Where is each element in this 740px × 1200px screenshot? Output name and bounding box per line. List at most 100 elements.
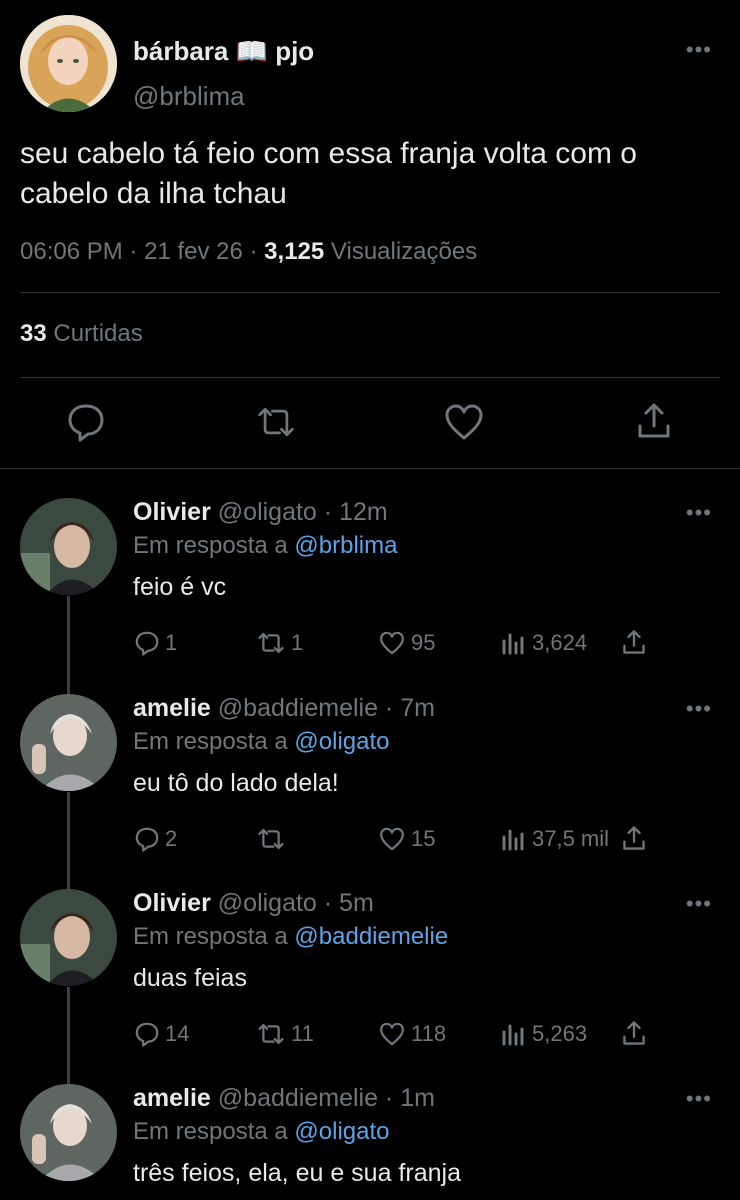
reply-context: Em resposta a @baddiemelie (133, 923, 448, 951)
more-options-icon[interactable]: ••• (686, 1088, 712, 1110)
like-count: 118 (411, 1021, 447, 1046)
reply-button[interactable]: 1 (133, 628, 177, 658)
like-icon (380, 1022, 404, 1046)
tweet-meta: 06:06 PM · 21 fev 26 · 3,125 Visualizaçõ… (20, 238, 478, 265)
reply-avatar[interactable] (20, 694, 117, 791)
reply-author-name[interactable]: amelie (133, 694, 211, 722)
thread-line (67, 596, 70, 696)
likes-count: 33 (20, 320, 47, 347)
like-button[interactable]: 95 (377, 628, 435, 658)
reply-author-meta: @baddiemelie · 1m (217, 1084, 435, 1112)
tweet-date: 21 fev 26 (144, 238, 243, 265)
share-icon (623, 1021, 645, 1045)
reply-prefix: Em resposta a (133, 1118, 288, 1145)
reply-prefix: Em resposta a (133, 532, 288, 559)
views-count: 3,624 (532, 630, 588, 655)
reply-mention[interactable]: @oligato (294, 728, 389, 755)
reply-icon (135, 631, 159, 656)
reply-author-meta: @oligato · 5m (217, 889, 374, 917)
reply-avatar[interactable] (20, 498, 117, 595)
divider (0, 468, 740, 469)
views-count: 37,5 mil (532, 826, 610, 851)
share-icon (623, 826, 645, 850)
tweet-action-bar (0, 400, 740, 450)
reply-author-name[interactable]: Olivier (133, 889, 211, 917)
divider (20, 377, 720, 378)
views-count: 5,263 (532, 1021, 588, 1046)
like-count: 95 (411, 630, 436, 655)
share-icon[interactable] (634, 400, 674, 444)
tweet-thread-screen: bárbara 📖 pjo @brblima ••• seu cabelo tá… (0, 0, 740, 1200)
retweet-button[interactable]: 1 (255, 628, 303, 658)
reply-avatar[interactable] (20, 889, 117, 986)
reply-mention[interactable]: @brblima (294, 532, 397, 559)
reply-avatar[interactable] (20, 1084, 117, 1181)
views-button[interactable]: 5,263 (500, 1019, 587, 1049)
like-button[interactable]: 118 (377, 1019, 446, 1049)
retweet-icon (258, 1023, 284, 1045)
reply-context: Em resposta a @oligato (133, 1118, 390, 1146)
reply-count: 2 (165, 826, 178, 851)
more-options-icon[interactable]: ••• (686, 893, 712, 915)
views-label: Visualizações (330, 238, 478, 265)
more-options-icon[interactable]: ••• (686, 39, 712, 61)
retweet-icon (258, 632, 284, 654)
more-options-icon[interactable]: ••• (686, 698, 712, 720)
reply-count: 1 (165, 630, 178, 655)
thread-line (67, 987, 70, 1087)
likes-label: Curtidas (53, 320, 143, 347)
retweet-icon[interactable] (256, 400, 296, 444)
share-button[interactable] (620, 824, 648, 854)
views-icon (502, 1024, 524, 1046)
reply-mention[interactable]: @baddiemelie (294, 923, 448, 950)
reply-context: Em resposta a @brblima (133, 532, 397, 560)
like-icon (380, 631, 404, 655)
reply-context: Em resposta a @oligato (133, 728, 390, 756)
reply-author-name[interactable]: Olivier (133, 498, 211, 526)
retweet-button[interactable]: 11 (255, 1019, 314, 1049)
reply-button[interactable]: 14 (133, 1019, 189, 1049)
like-icon (380, 827, 404, 851)
views-icon (502, 633, 524, 655)
reply-header: amelie @baddiemelie · 7m (133, 694, 435, 723)
retweet-count: 11 (291, 1021, 314, 1046)
reply-mention[interactable]: @oligato (294, 1118, 389, 1145)
like-count: 15 (411, 826, 436, 851)
author-avatar[interactable] (20, 15, 117, 112)
views-button[interactable]: 37,5 mil (500, 824, 609, 854)
tweet-time: 06:06 PM (20, 238, 123, 265)
retweet-button[interactable] (255, 824, 291, 854)
author-handle[interactable]: @brblima (133, 81, 245, 112)
reply-author-name[interactable]: amelie (133, 1084, 211, 1112)
author-display-name[interactable]: bárbara 📖 pjo (133, 36, 314, 67)
reply-header: amelie @baddiemelie · 1m (133, 1084, 435, 1113)
views-button[interactable]: 3,624 (500, 628, 587, 658)
share-button[interactable] (620, 628, 648, 658)
reply-icon[interactable] (66, 400, 106, 444)
reply-prefix: Em resposta a (133, 923, 288, 950)
reply-text: feio é vc (133, 573, 227, 601)
reply-author-meta: @baddiemelie · 7m (217, 694, 435, 722)
thread-line (67, 792, 70, 892)
views-count: 3,125 (264, 238, 325, 265)
retweet-icon (258, 828, 284, 850)
like-icon[interactable] (444, 400, 484, 444)
tweet-text: seu cabelo tá feio com essa franja volta… (20, 137, 637, 210)
retweet-count: 1 (291, 630, 304, 655)
reply-button[interactable]: 2 (133, 824, 177, 854)
reply-header: Olivier @oligato · 5m (133, 889, 374, 918)
reply-icon (135, 827, 159, 852)
main-tweet-header: bárbara 📖 pjo @brblima ••• (20, 15, 720, 115)
reply-text: eu tô do lado dela! (133, 769, 339, 797)
share-button[interactable] (620, 1019, 648, 1049)
reply-text: três feios, ela, eu e sua franja (133, 1159, 461, 1187)
like-button[interactable]: 15 (377, 824, 435, 854)
likes-row[interactable]: 33 Curtidas (20, 320, 143, 348)
more-options-icon[interactable]: ••• (686, 502, 712, 524)
reply-icon (135, 1022, 159, 1047)
views-icon (502, 829, 524, 851)
reply-prefix: Em resposta a (133, 728, 288, 755)
reply-text: duas feias (133, 964, 247, 992)
divider (20, 292, 720, 293)
share-icon (623, 630, 645, 654)
